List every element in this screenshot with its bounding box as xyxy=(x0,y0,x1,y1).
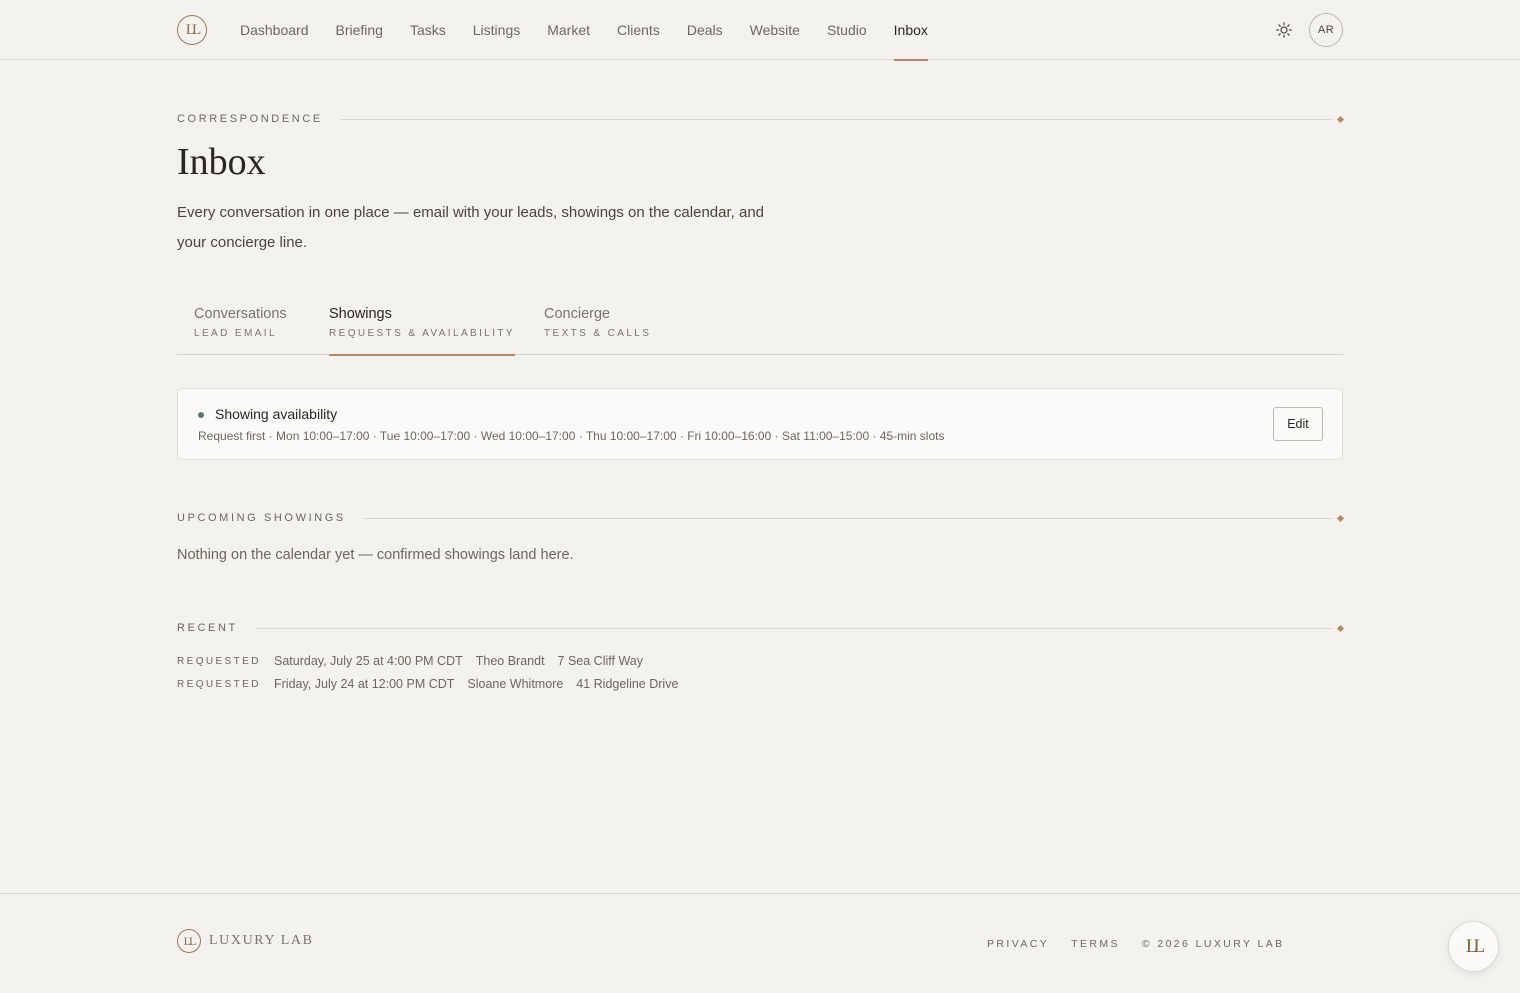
nav-item-listings[interactable]: Listings xyxy=(473,0,520,60)
inbox-tabs: Conversations LEAD EMAIL Showings REQUES… xyxy=(177,300,1343,356)
property-address: 7 Sea Cliff Way xyxy=(557,654,643,668)
availability-schedule: Request first · Mon 10:00–17:00 · Tue 10… xyxy=(198,429,945,443)
list-item[interactable]: REQUESTED Saturday, July 25 at 4:00 PM C… xyxy=(177,652,643,670)
tab-sublabel: LEAD EMAIL xyxy=(194,328,277,339)
status-badge: REQUESTED xyxy=(177,655,261,667)
nav-item-tasks[interactable]: Tasks xyxy=(410,0,446,60)
client-name: Sloane Whitmore xyxy=(467,677,564,691)
footer-links: PRIVACY TERMS © 2026 LUXURY LAB xyxy=(987,938,1307,950)
page-description: Every conversation in one place — email … xyxy=(177,204,764,251)
diamond-icon xyxy=(1336,624,1345,632)
list-item[interactable]: REQUESTED Friday, July 24 at 12:00 PM CD… xyxy=(177,675,678,693)
showing-availability-card: Showing availability Request first · Mon… xyxy=(177,388,1343,460)
footer: LL LUXURY LAB PRIVACY TERMS © 2026 LUXUR… xyxy=(0,893,1520,993)
brand-logo-icon: LL xyxy=(177,929,201,953)
diamond-icon xyxy=(1336,514,1345,522)
client-name: Theo Brandt xyxy=(475,654,545,668)
nav-item-clients[interactable]: Clients xyxy=(617,0,660,60)
section-label: UPCOMING SHOWINGS xyxy=(177,512,346,524)
upcoming-showings-header: UPCOMING SHOWINGS xyxy=(177,511,1345,525)
correspondence-section-header: CORRESPONDENCE xyxy=(177,112,1345,126)
nav-item-studio[interactable]: Studio xyxy=(827,0,867,60)
copyright-text: © 2026 LUXURY LAB xyxy=(1141,938,1285,950)
status-dot-icon xyxy=(198,412,204,418)
nav-item-deals[interactable]: Deals xyxy=(687,0,723,60)
diamond-icon xyxy=(1336,115,1345,123)
eyebrow-label: CORRESPONDENCE xyxy=(177,113,323,125)
nav-item-inbox[interactable]: Inbox xyxy=(893,0,929,61)
privacy-link[interactable]: PRIVACY xyxy=(987,938,1049,950)
top-nav-bar: LL Dashboard Briefing Tasks Listings Mar… xyxy=(0,0,1520,61)
nav-item-website[interactable]: Website xyxy=(750,0,800,60)
assistant-launcher-button[interactable]: LL xyxy=(1448,921,1499,972)
sun-icon xyxy=(1276,22,1292,38)
user-avatar[interactable]: AR xyxy=(1309,13,1343,47)
divider xyxy=(363,517,1332,519)
recent-header: RECENT xyxy=(177,621,1345,635)
tab-conversations[interactable]: Conversations LEAD EMAIL xyxy=(194,300,287,355)
tab-concierge[interactable]: Concierge TEXTS & CALLS xyxy=(544,300,651,355)
showing-datetime: Friday, July 24 at 12:00 PM CDT xyxy=(274,677,455,691)
tab-label: Concierge xyxy=(544,306,611,322)
divider xyxy=(340,118,1332,120)
tab-sublabel: REQUESTS & AVAILABILITY xyxy=(329,328,515,339)
page-title: Inbox xyxy=(177,141,266,183)
footer-logo[interactable]: LL LUXURY LAB xyxy=(177,929,314,953)
edit-availability-button[interactable]: Edit xyxy=(1273,407,1323,441)
divider xyxy=(255,627,1332,629)
terms-link[interactable]: TERMS xyxy=(1071,938,1120,950)
tab-showings[interactable]: Showings REQUESTS & AVAILABILITY xyxy=(329,300,515,356)
theme-toggle-button[interactable] xyxy=(1272,18,1296,42)
tab-label: Conversations xyxy=(194,306,287,322)
showing-datetime: Saturday, July 25 at 4:00 PM CDT xyxy=(274,654,463,668)
availability-title: Showing availability xyxy=(215,406,338,422)
status-badge: REQUESTED xyxy=(177,678,261,690)
nav-item-briefing[interactable]: Briefing xyxy=(336,0,383,60)
nav-item-dashboard[interactable]: Dashboard xyxy=(240,0,309,60)
main-nav: Dashboard Briefing Tasks Listings Market… xyxy=(240,0,955,61)
nav-item-market[interactable]: Market xyxy=(547,0,590,60)
tab-label: Showings xyxy=(329,306,392,322)
property-address: 41 Ridgeline Drive xyxy=(576,677,679,691)
tab-sublabel: TEXTS & CALLS xyxy=(544,328,652,339)
upcoming-empty-state: Nothing on the calendar yet — confirmed … xyxy=(177,547,574,563)
brand-logo-icon[interactable]: LL xyxy=(177,15,207,45)
section-label: RECENT xyxy=(177,622,238,634)
brand-wordmark: LUXURY LAB xyxy=(209,933,314,948)
